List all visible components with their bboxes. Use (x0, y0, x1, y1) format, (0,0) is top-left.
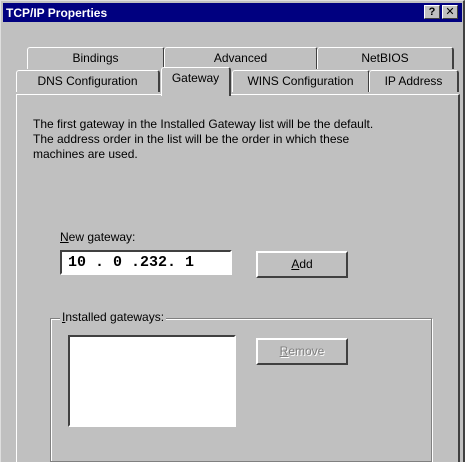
remove-button[interactable]: Remove (256, 338, 348, 365)
new-gateway-ip-field[interactable]: 10 . 0 .232. 1 (60, 250, 232, 275)
tab-advanced[interactable]: Advanced (164, 47, 318, 69)
tab-ip-address[interactable]: IP Address (369, 70, 459, 92)
label-text: ew gateway: (68, 230, 136, 244)
tab-netbios[interactable]: NetBIOS (317, 47, 454, 69)
button-text: emove (288, 344, 325, 358)
close-button[interactable]: ✕ (442, 5, 458, 19)
description-line: machines are used. (33, 147, 138, 161)
window-title: TCP/IP Properties (6, 6, 108, 20)
tab-dns-configuration[interactable]: DNS Configuration (16, 70, 160, 92)
mnemonic: R (279, 344, 289, 358)
title-bar[interactable]: TCP/IP Properties ? ✕ (3, 3, 462, 22)
tab-wins-configuration[interactable]: WINS Configuration (232, 70, 370, 92)
new-gateway-label: New gateway: (60, 230, 135, 244)
gateway-description: The first gateway in the Installed Gatew… (33, 117, 443, 162)
tab-gateway[interactable]: Gateway (161, 67, 231, 96)
add-button[interactable]: Add (256, 251, 348, 278)
tab-bindings[interactable]: Bindings (27, 47, 165, 69)
description-line: The address order in the list will be th… (33, 132, 350, 146)
installed-gateways-list[interactable] (68, 335, 236, 427)
mnemonic: N (60, 230, 69, 244)
help-button[interactable]: ? (424, 5, 440, 19)
description-line: The first gateway in the Installed Gatew… (33, 117, 374, 131)
button-text: dd (299, 257, 313, 271)
installed-gateways-label: Installed gateways: (60, 310, 167, 324)
label-text: nstalled gateways: (65, 310, 165, 324)
